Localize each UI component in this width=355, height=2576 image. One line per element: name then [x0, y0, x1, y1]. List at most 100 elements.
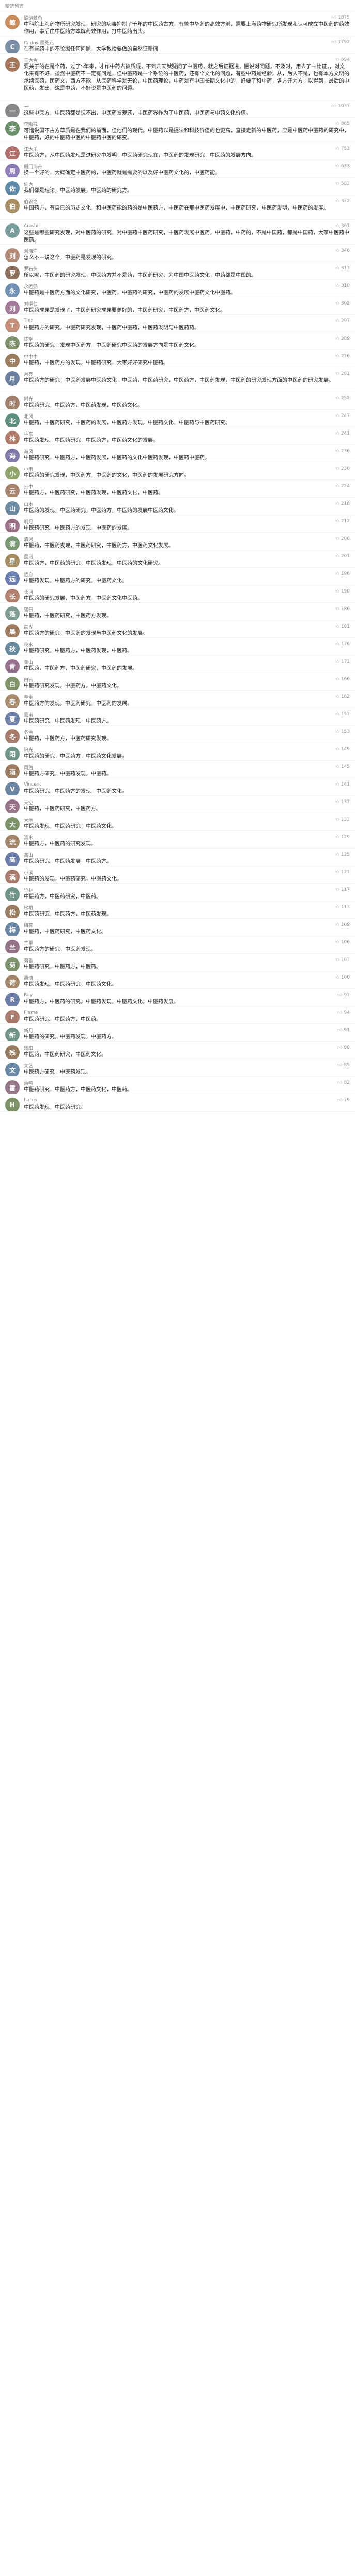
username[interactable]: 永远鹅: [24, 283, 38, 290]
avatar[interactable]: 春: [5, 694, 20, 708]
avatar[interactable]: 荷: [5, 975, 20, 988]
avatar[interactable]: 时: [5, 396, 20, 409]
username[interactable]: 冬雪: [24, 729, 33, 735]
username[interactable]: 流水: [24, 834, 33, 841]
avatar[interactable]: 青: [5, 659, 20, 673]
avatar[interactable]: 星: [5, 554, 20, 567]
avatar[interactable]: 长: [5, 589, 20, 602]
like-button[interactable]: 👍︎ 85: [337, 1063, 350, 1068]
like-button[interactable]: 👍︎ 241: [334, 431, 350, 436]
like-button[interactable]: 👍︎ 1875: [332, 15, 350, 20]
username[interactable]: harris: [24, 1098, 37, 1103]
username[interactable]: 大地: [24, 817, 33, 823]
avatar[interactable]: 明: [5, 519, 20, 532]
avatar[interactable]: 罗: [5, 266, 20, 279]
like-button[interactable]: 👍︎ 230: [334, 466, 350, 471]
like-button[interactable]: 👍︎ 1792: [332, 40, 350, 45]
avatar[interactable]: 秋: [5, 642, 20, 655]
avatar[interactable]: 陈: [5, 336, 20, 349]
like-button[interactable]: 👍︎ 91: [337, 1028, 350, 1033]
like-button[interactable]: 👍︎ 133: [334, 817, 350, 822]
username[interactable]: 星河: [24, 553, 33, 560]
like-button[interactable]: 👍︎ 171: [334, 659, 350, 664]
avatar[interactable]: 远: [5, 571, 20, 585]
like-button[interactable]: 👍︎ 694: [334, 57, 350, 62]
like-button[interactable]: 👍︎ 302: [334, 301, 350, 306]
username[interactable]: 江大乐: [24, 146, 38, 152]
avatar[interactable]: 溪: [5, 870, 20, 883]
like-button[interactable]: 👍︎ 372: [334, 199, 350, 204]
username[interactable]: 酷游鲸鱼: [24, 14, 42, 21]
avatar[interactable]: 刘: [5, 248, 20, 262]
username[interactable]: Carlos 顾菟元: [24, 39, 54, 46]
like-button[interactable]: 👍︎ 346: [334, 248, 350, 253]
like-button[interactable]: 👍︎ 236: [334, 449, 350, 454]
like-button[interactable]: 👍︎ 162: [334, 694, 350, 699]
avatar[interactable]: 竹: [5, 887, 20, 901]
username[interactable]: 雷鸣: [24, 1080, 33, 1086]
like-button[interactable]: 👍︎ 289: [334, 336, 350, 341]
username[interactable]: 小雨: [24, 466, 33, 472]
avatar[interactable]: 晨: [5, 624, 20, 637]
avatar[interactable]: 天: [5, 799, 20, 813]
username[interactable]: 远方: [24, 571, 33, 578]
like-button[interactable]: 👍︎ 137: [334, 799, 350, 805]
username[interactable]: 周门海舟: [24, 163, 42, 170]
like-button[interactable]: 👍︎ 313: [334, 266, 350, 271]
avatar[interactable]: 鲸: [5, 15, 20, 29]
username[interactable]: Flame: [24, 1010, 38, 1015]
like-button[interactable]: 👍︎ 206: [334, 536, 350, 541]
like-button[interactable]: 👍︎ 865: [334, 121, 350, 126]
avatar[interactable]: 残: [5, 1045, 20, 1059]
avatar[interactable]: 梅: [5, 922, 20, 936]
avatar[interactable]: 北: [5, 413, 20, 427]
like-button[interactable]: 👍︎ 149: [334, 747, 350, 752]
avatar[interactable]: 兰: [5, 940, 20, 953]
avatar[interactable]: 伯: [5, 199, 20, 213]
avatar[interactable]: H: [5, 1098, 20, 1111]
username[interactable]: 佐大: [24, 181, 33, 187]
like-button[interactable]: 👍︎ 117: [334, 887, 350, 892]
avatar[interactable]: 周: [5, 164, 20, 177]
username[interactable]: 长河: [24, 588, 33, 595]
avatar[interactable]: 雷: [5, 1080, 20, 1094]
username[interactable]: 白云: [24, 676, 33, 683]
username[interactable]: Ray: [24, 993, 33, 998]
username[interactable]: 小溪: [24, 869, 33, 876]
avatar[interactable]: F: [5, 1010, 20, 1023]
like-button[interactable]: 👍︎ 247: [334, 413, 350, 419]
avatar[interactable]: 一: [5, 104, 20, 117]
like-button[interactable]: 👍︎ 145: [334, 764, 350, 770]
like-button[interactable]: 👍︎ 153: [334, 729, 350, 734]
like-button[interactable]: 👍︎ 103: [334, 957, 350, 963]
like-button[interactable]: 👍︎ 361: [334, 223, 350, 229]
username[interactable]: 云中: [24, 483, 33, 490]
avatar[interactable]: 冬: [5, 729, 20, 743]
like-button[interactable]: 👍︎ 212: [334, 519, 350, 524]
username[interactable]: 晨光: [24, 623, 33, 630]
username[interactable]: 雨后: [24, 764, 33, 771]
username[interactable]: 林东: [24, 430, 33, 437]
like-button[interactable]: 👍︎ 121: [334, 870, 350, 875]
like-button[interactable]: 👍︎ 129: [334, 835, 350, 840]
like-button[interactable]: 👍︎ 753: [334, 146, 350, 151]
like-button[interactable]: 👍︎ 218: [334, 501, 350, 506]
avatar[interactable]: 林: [5, 431, 20, 444]
username[interactable]: 刘海洋: [24, 248, 38, 254]
avatar[interactable]: 佐: [5, 181, 20, 195]
like-button[interactable]: 👍︎ 88: [337, 1045, 350, 1050]
avatar[interactable]: 新: [5, 1028, 20, 1041]
avatar[interactable]: 月: [5, 371, 20, 386]
avatar[interactable]: T: [5, 318, 20, 332]
username[interactable]: 时光: [24, 395, 33, 402]
like-button[interactable]: 👍︎ 82: [337, 1080, 350, 1085]
like-button[interactable]: 👍︎ 186: [334, 606, 350, 612]
like-button[interactable]: 👍︎ 310: [334, 283, 350, 289]
avatar[interactable]: 白: [5, 677, 20, 690]
username[interactable]: 中中中: [24, 353, 38, 360]
like-button[interactable]: 👍︎ 276: [334, 354, 350, 359]
username[interactable]: 一: [24, 103, 28, 110]
like-button[interactable]: 👍︎ 201: [334, 554, 350, 559]
username[interactable]: 李晰戒: [24, 121, 38, 127]
username[interactable]: 清风: [24, 536, 33, 542]
